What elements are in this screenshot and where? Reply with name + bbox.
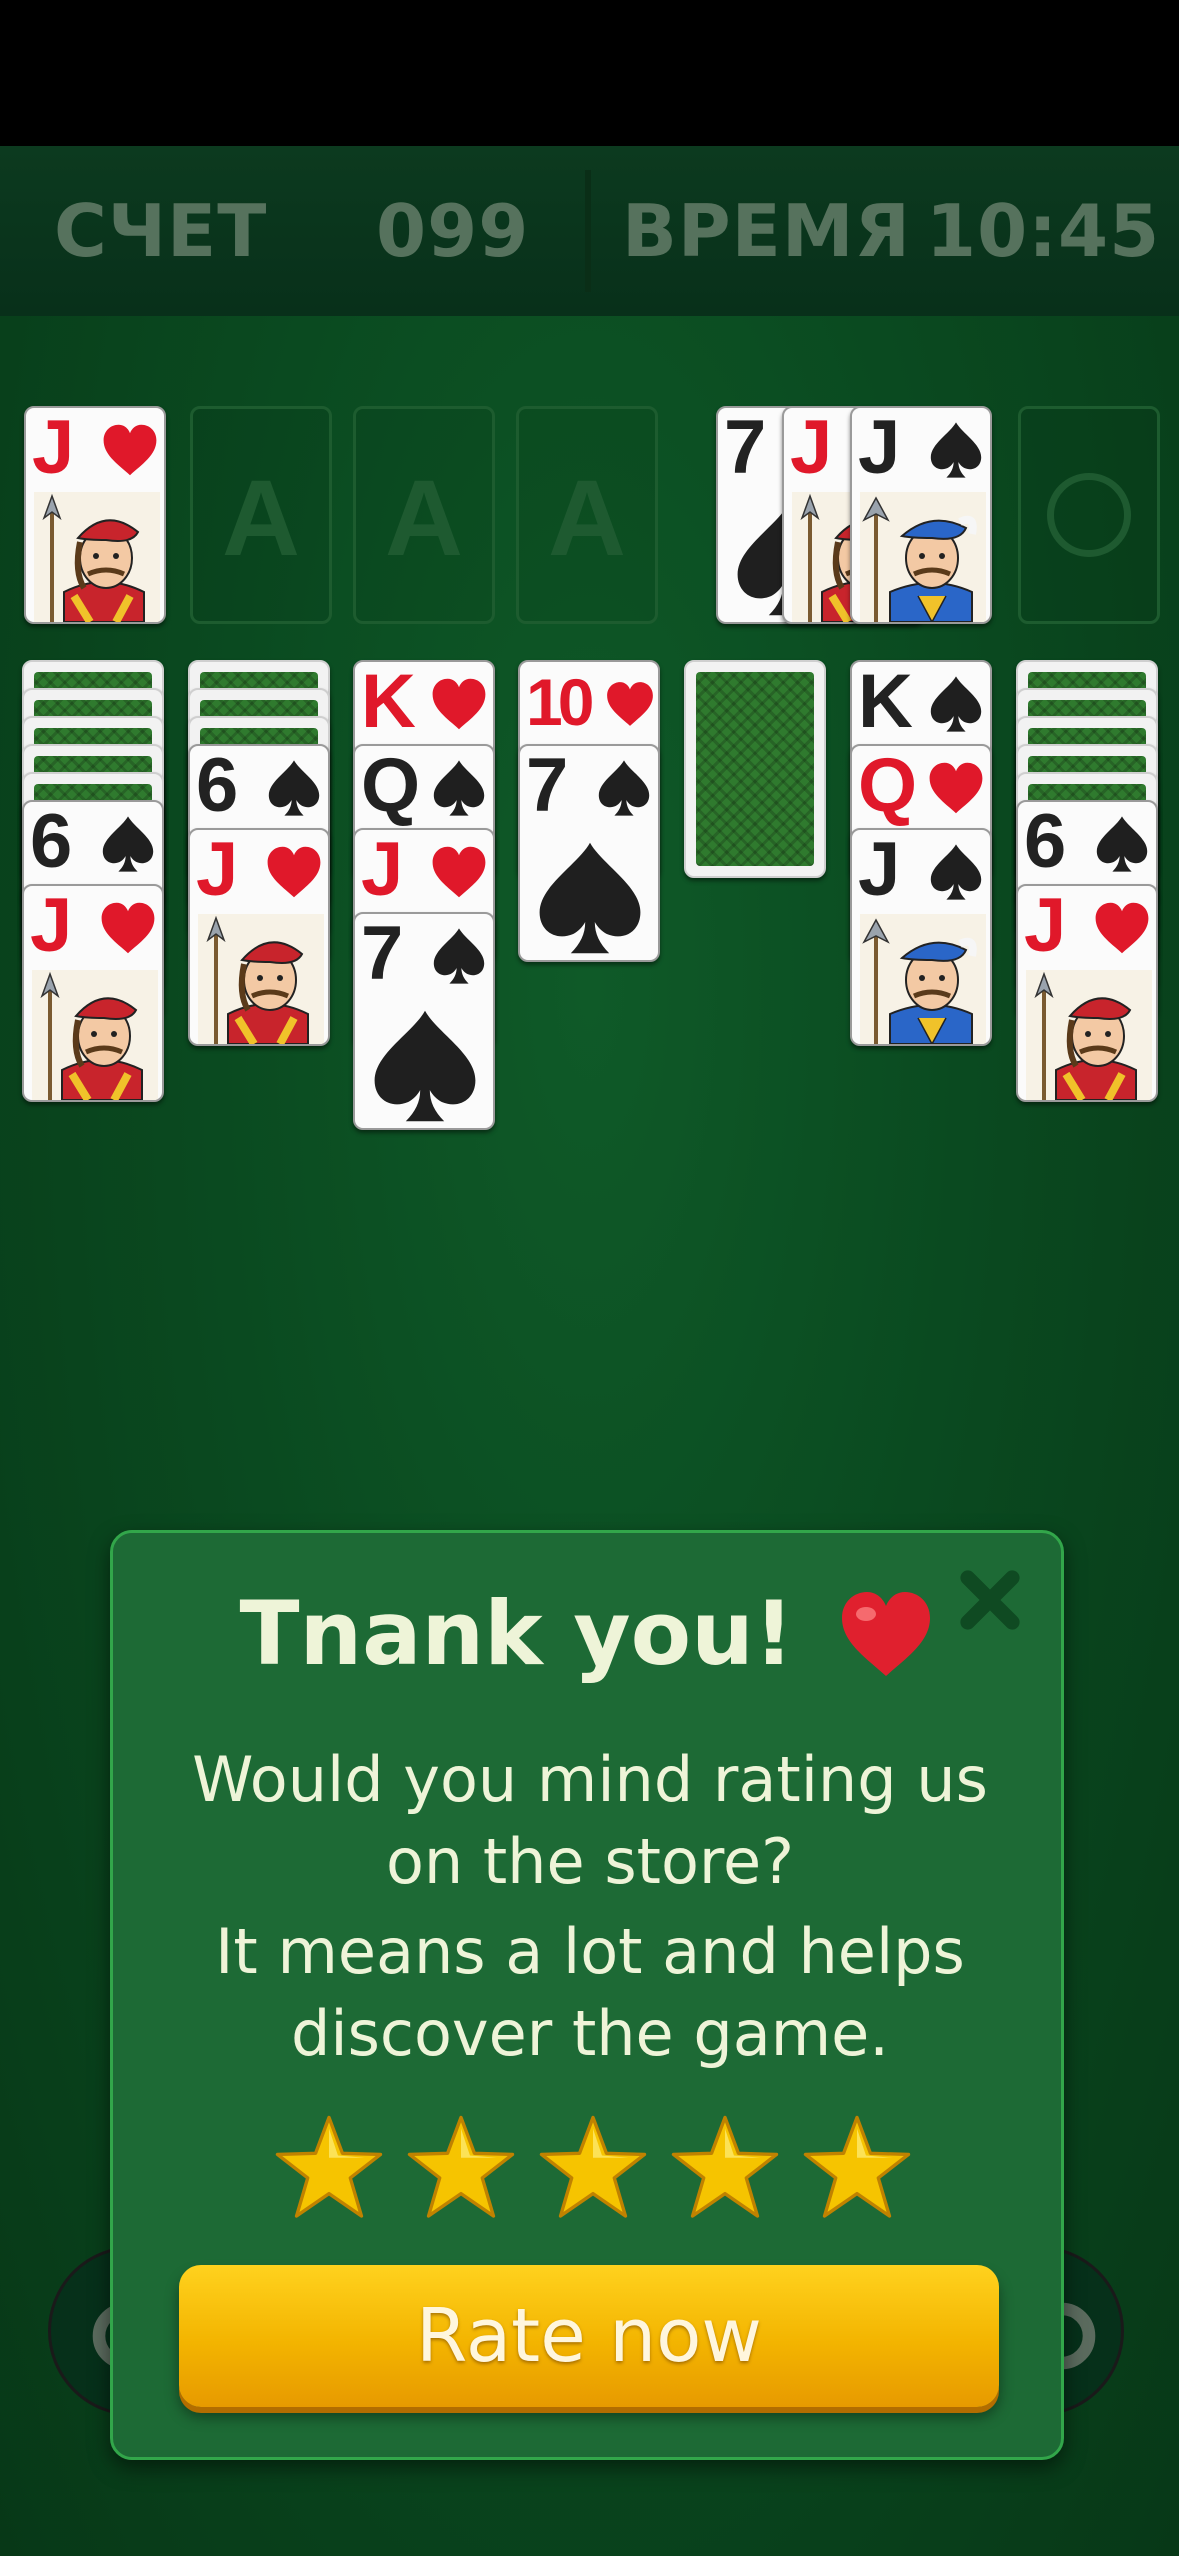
card-j-of-hearts[interactable]: J <box>1016 884 1158 1102</box>
star-icon[interactable] <box>801 2113 913 2225</box>
spade-suit-icon <box>1096 816 1148 872</box>
card-rank: K <box>858 660 913 744</box>
dialog-message-line-4: discover the game. <box>291 1997 889 2070</box>
card-rank: 6 <box>30 800 73 884</box>
heart-suit-icon <box>103 424 157 476</box>
card-rank: K <box>361 660 416 744</box>
card-rank: J <box>32 406 75 490</box>
card-rank: J <box>196 828 239 912</box>
card-rank: J <box>1024 884 1067 968</box>
card-rank: J <box>790 406 833 490</box>
card-back[interactable] <box>684 660 826 878</box>
face-card-art <box>860 492 986 622</box>
foundation-slot[interactable]: A <box>353 406 495 624</box>
score-label: СЧЕТ <box>54 189 268 273</box>
hud-divider <box>585 170 591 292</box>
rate-now-button[interactable]: Rate now <box>179 2265 999 2407</box>
star-icon[interactable] <box>669 2113 781 2225</box>
status-bar <box>0 0 1179 146</box>
card-rank: Q <box>858 744 918 828</box>
close-icon <box>960 1570 1020 1630</box>
score-value: 099 <box>376 189 530 273</box>
rate-dialog: Tnank you! Would you mind rating us on t… <box>110 1530 1064 2460</box>
card-rank: J <box>30 884 73 968</box>
card-rank: 6 <box>196 744 239 828</box>
card-j-of-spades[interactable]: J <box>850 406 992 624</box>
card-rank: 6 <box>1024 800 1067 884</box>
foundation-slot[interactable]: A <box>190 406 332 624</box>
card-rank: 10 <box>526 665 594 739</box>
foundation-slot[interactable]: A <box>516 406 658 624</box>
card-j-of-hearts[interactable]: J <box>188 828 330 1046</box>
face-card-art <box>198 914 324 1044</box>
spade-suit-icon <box>930 844 982 900</box>
dialog-title: Tnank you! <box>113 1573 1067 1689</box>
face-card-art <box>860 914 986 1044</box>
stock-pile[interactable] <box>1018 406 1160 624</box>
face-card-art <box>1026 970 1152 1100</box>
dialog-title-text: Tnank you! <box>239 1582 794 1686</box>
spade-suit-icon <box>930 422 982 478</box>
time-label: ВРЕМЯ <box>622 189 911 273</box>
foundation-slot-label: A <box>222 457 300 578</box>
star-icon[interactable] <box>405 2113 517 2225</box>
heart-suit-icon <box>432 846 486 898</box>
card-j-of-hearts[interactable]: J <box>24 406 166 624</box>
face-card-art <box>32 970 158 1100</box>
spade-suit-icon <box>930 676 982 732</box>
hud-bar: СЧЕТ 099 ВРЕМЯ 10:45 <box>0 146 1179 318</box>
card-j-of-hearts[interactable]: J <box>22 884 164 1102</box>
card-rank: J <box>858 828 901 912</box>
card-7-of-spades[interactable]: 7 <box>353 912 495 1130</box>
heart-suit-icon <box>267 846 321 898</box>
spade-suit-icon <box>268 760 320 816</box>
card-back-pattern <box>696 672 814 866</box>
spade-suit-icon <box>102 816 154 872</box>
recycle-icon <box>1047 473 1131 557</box>
heart-suit-icon <box>607 682 653 726</box>
heart-suit-icon <box>929 762 983 814</box>
close-button[interactable] <box>953 1563 1027 1637</box>
card-rank: 7 <box>724 406 767 490</box>
spade-suit-icon <box>598 760 650 816</box>
spade-suit-icon <box>433 928 485 984</box>
card-rank: Q <box>361 744 421 828</box>
foundation-slot-label: A <box>385 457 463 578</box>
face-card-art <box>34 492 160 622</box>
foundation-slot-label: A <box>548 457 626 578</box>
dialog-message-line-1: Would you mind rating us <box>192 1743 988 1816</box>
card-rank: 7 <box>361 912 404 996</box>
heart-icon <box>841 1592 930 1677</box>
spade-pip-icon <box>374 1010 476 1122</box>
star-icon[interactable] <box>537 2113 649 2225</box>
dialog-message-line-3: It means a lot and helps <box>215 1915 965 1988</box>
card-j-of-spades[interactable]: J <box>850 828 992 1046</box>
time-value: 10:45 <box>926 189 1161 273</box>
card-rank: 7 <box>526 744 569 828</box>
spade-suit-icon <box>433 760 485 816</box>
heart-suit-icon <box>1095 902 1149 954</box>
spade-pip-icon <box>539 842 641 954</box>
dialog-message-line-2: on the store? <box>385 1825 795 1898</box>
heart-suit-icon <box>432 678 486 730</box>
heart-suit-icon <box>101 902 155 954</box>
card-rank: J <box>858 406 901 490</box>
star-rating <box>273 2113 913 2233</box>
card-rank: J <box>361 828 404 912</box>
star-icon[interactable] <box>273 2113 385 2225</box>
card-7-of-spades[interactable]: 7 <box>518 744 660 962</box>
